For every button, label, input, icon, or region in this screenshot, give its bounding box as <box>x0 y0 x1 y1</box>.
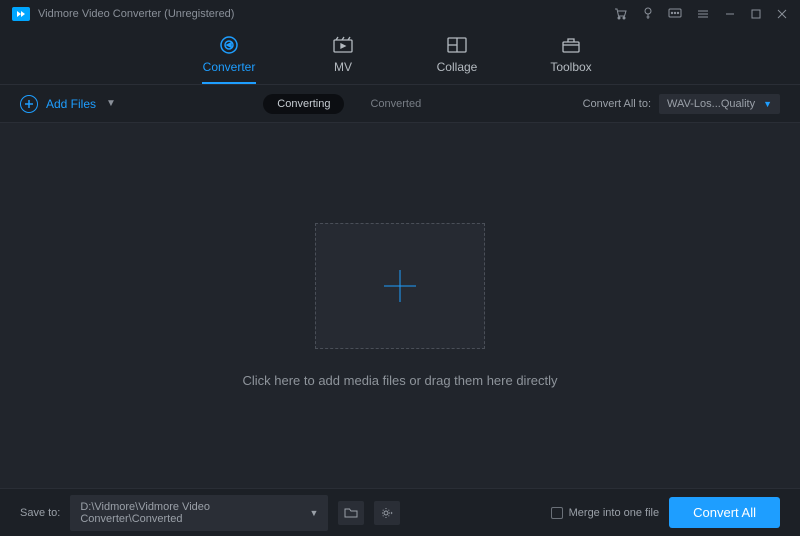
toolbox-icon <box>560 36 582 54</box>
dropzone[interactable] <box>315 223 485 349</box>
maximize-button[interactable] <box>750 8 762 20</box>
toolbar: Add Files ▼ Converting Converted Convert… <box>0 85 800 123</box>
converting-tab[interactable]: Converting <box>263 94 344 114</box>
settings-button[interactable] <box>374 501 400 525</box>
chevron-down-icon: ▼ <box>106 98 116 109</box>
menu-icon[interactable] <box>696 8 710 20</box>
cart-icon[interactable] <box>614 7 628 21</box>
converter-icon <box>218 36 240 54</box>
close-button[interactable] <box>776 8 788 20</box>
convert-all-to-label: Convert All to: <box>583 98 651 110</box>
tab-converter[interactable]: Converter <box>202 36 256 84</box>
mv-icon <box>332 36 354 54</box>
tab-label: Collage <box>437 60 478 74</box>
main-area: Click here to add media files or drag th… <box>0 123 800 488</box>
add-files-button[interactable]: Add Files ▼ <box>20 95 116 113</box>
app-title: Vidmore Video Converter (Unregistered) <box>38 8 614 20</box>
save-path-dropdown[interactable]: D:\Vidmore\Vidmore Video Converter\Conve… <box>70 495 328 531</box>
open-folder-button[interactable] <box>338 501 364 525</box>
tab-label: MV <box>334 60 352 74</box>
footer: Save to: D:\Vidmore\Vidmore Video Conver… <box>0 488 800 536</box>
app-logo-icon <box>12 7 30 21</box>
key-icon[interactable] <box>642 7 654 21</box>
tab-label: Converter <box>203 60 256 74</box>
conversion-pill-tabs: Converting Converted <box>263 94 435 114</box>
convert-all-button[interactable]: Convert All <box>669 497 780 528</box>
message-icon[interactable] <box>668 8 682 20</box>
collage-icon <box>446 36 468 54</box>
plus-circle-icon <box>20 95 38 113</box>
tab-label: Toolbox <box>550 60 591 74</box>
save-path-value: D:\Vidmore\Vidmore Video Converter\Conve… <box>80 501 301 525</box>
minimize-button[interactable] <box>724 8 736 20</box>
chevron-down-icon: ▼ <box>309 508 318 518</box>
add-files-label: Add Files <box>46 97 96 111</box>
tab-toolbox[interactable]: Toolbox <box>544 36 598 84</box>
nav-tabs: Converter MV Collage Toolbox <box>0 28 800 85</box>
titlebar: Vidmore Video Converter (Unregistered) <box>0 0 800 28</box>
converted-tab[interactable]: Converted <box>356 94 435 114</box>
dropzone-hint: Click here to add media files or drag th… <box>242 373 557 388</box>
chevron-down-icon: ▼ <box>763 99 772 109</box>
format-dropdown[interactable]: WAV-Los...Quality ▼ <box>659 94 780 114</box>
tab-mv[interactable]: MV <box>316 36 370 84</box>
tab-collage[interactable]: Collage <box>430 36 484 84</box>
format-value: WAV-Los...Quality <box>667 98 755 110</box>
